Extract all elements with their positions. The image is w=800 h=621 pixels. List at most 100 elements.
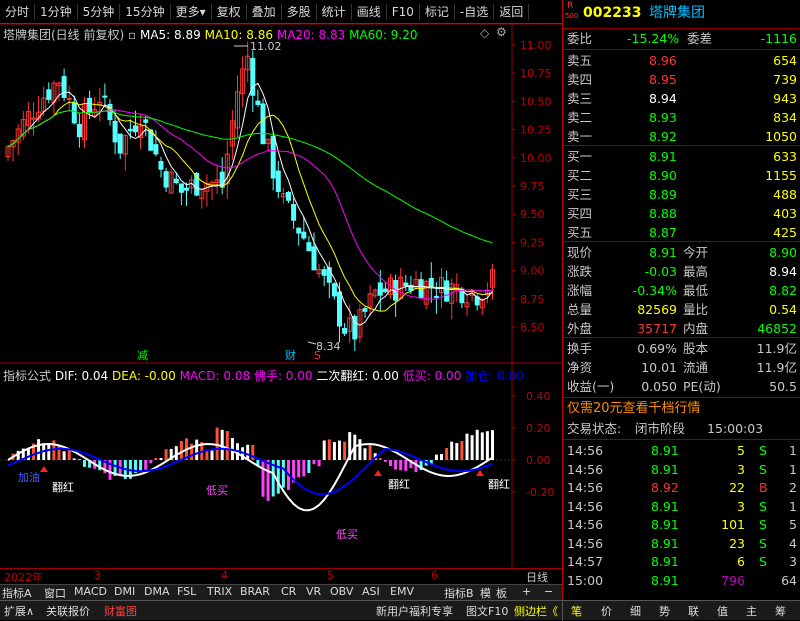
expand-button[interactable]: 扩展∧: [4, 603, 34, 619]
tab-5min[interactable]: 5分钟: [78, 3, 121, 20]
tab-window[interactable]: 窗口: [44, 585, 66, 601]
promo-text[interactable]: 仅需20元查看千档行情: [567, 400, 701, 418]
bid-row[interactable]: 买二 8.90 1155: [563, 167, 800, 185]
ask-row[interactable]: 卖二 8.93 834: [563, 109, 800, 127]
chart-area[interactable]: 11.00 10.75 10.50 10.25 10.00 9.75 9.50 9.25 9.0…: [0, 24, 562, 600]
expand-icon[interactable]: ▫: [128, 28, 136, 42]
f10-link[interactable]: 图文F10: [466, 603, 508, 619]
diamond-icon[interactable]: ◇: [480, 26, 489, 40]
macd-tick-label: -0.20: [526, 486, 554, 499]
tick-side: S: [759, 498, 767, 514]
tab-xi[interactable]: 细: [630, 603, 641, 619]
ask-row[interactable]: 卖三 8.94 943: [563, 90, 800, 108]
tab-1min[interactable]: 1分钟: [35, 3, 78, 20]
new-user-promo[interactable]: 新用户福利专享: [376, 603, 453, 619]
note-fanhong-3: 翻红: [488, 477, 510, 491]
ask-row[interactable]: 卖四 8.95 739: [563, 71, 800, 89]
fund-value: 11.9亿: [756, 360, 797, 375]
tab-zhu[interactable]: 主: [746, 603, 757, 619]
tab-fsl[interactable]: FSL: [177, 585, 196, 598]
tab-chou[interactable]: 筹: [775, 603, 786, 619]
weibi-value: -15.24%: [627, 31, 680, 46]
wealth-chart-tab[interactable]: 财富图: [104, 603, 137, 619]
promo-row[interactable]: 仅需20元查看千档行情: [563, 400, 800, 418]
kline-chart[interactable]: 11.00 10.75 10.50 10.25 10.00 9.75 9.50 9.25 9.0…: [0, 24, 562, 600]
ask-row[interactable]: 卖一 8.92 1050: [563, 128, 800, 146]
bid-row[interactable]: 买三 8.89 488: [563, 186, 800, 204]
note-fanhong: 翻红: [52, 480, 74, 494]
btn-fuquan[interactable]: 复权: [212, 3, 247, 20]
period-label[interactable]: 日线: [526, 569, 548, 585]
bid-row[interactable]: 买五 8.87 425: [563, 224, 800, 242]
stat-value: -0.34%: [632, 283, 677, 298]
quote-panel: R 500 002233 塔牌集团 委比 -15.24% 委差 -1116 卖五…: [562, 0, 800, 600]
tab-bi[interactable]: 笔: [571, 603, 582, 619]
ask-label: 卖四: [567, 72, 593, 87]
tab-brar[interactable]: BRAR: [240, 585, 270, 598]
candle-body: [76, 123, 82, 138]
note-fanhong-2: 翻红: [388, 477, 410, 491]
price-tick-label: 10.50: [520, 95, 552, 108]
tab-shi[interactable]: 势: [659, 603, 670, 619]
tab-mo[interactable]: 模: [480, 585, 491, 601]
btn-fanhui[interactable]: 返回: [494, 3, 530, 20]
tab-fenshi[interactable]: 分时: [0, 3, 36, 20]
tab-macd[interactable]: MACD: [74, 585, 107, 598]
btn-duogu[interactable]: 多股: [282, 3, 317, 20]
macd-tick-label: 0.20: [526, 422, 551, 435]
tab-jia[interactable]: 价: [601, 603, 612, 619]
sidebar-toggle[interactable]: 侧边栏《: [514, 603, 558, 619]
tab-more[interactable]: 更多▾: [171, 3, 212, 20]
tab-cr[interactable]: CR: [281, 585, 296, 598]
tab-zhibiao-b[interactable]: 指标B: [444, 585, 474, 601]
candle-body: [306, 242, 312, 252]
tab-trix[interactable]: TRIX: [207, 585, 232, 598]
ask-volume: 834: [773, 110, 797, 125]
tab-dmi[interactable]: DMI: [114, 585, 135, 598]
ask-row[interactable]: 卖五 8.96 654: [563, 52, 800, 70]
bid-volume: 488: [773, 187, 797, 202]
btn-zixuan[interactable]: -自选: [455, 3, 495, 20]
btn-tongji[interactable]: 统计: [317, 3, 352, 20]
btn-f10[interactable]: F10: [387, 3, 420, 20]
tab-obv[interactable]: OBV: [330, 585, 353, 598]
tick-count: 2: [789, 480, 797, 495]
zoom-in-button[interactable]: +: [522, 585, 531, 598]
low-pointer: [307, 341, 317, 345]
related-quote-tab[interactable]: 关联报价: [46, 603, 90, 619]
weicha-value: -1116: [760, 31, 797, 46]
tab-vr[interactable]: VR: [306, 585, 321, 598]
stat-label: 内盘: [683, 321, 709, 336]
candle-body: [331, 283, 337, 297]
dif-line: [7, 442, 494, 512]
fund-label: 收益(一): [567, 379, 615, 394]
tab-zhi[interactable]: 值: [717, 603, 728, 619]
tab-lian[interactable]: 联: [688, 603, 699, 619]
zoom-out-button[interactable]: −: [544, 585, 553, 598]
tab-15min[interactable]: 15分钟: [120, 3, 171, 20]
note-dimai-2: 低买: [336, 528, 358, 541]
ask-price: 8.92: [649, 129, 677, 144]
jiacang-label: 加仓: 0.00: [465, 369, 524, 383]
stat-label: 涨幅: [567, 283, 593, 298]
event-marker-jian: 减: [137, 349, 148, 362]
fund-value: 0.69%: [637, 341, 677, 356]
btn-diejia[interactable]: 叠加: [247, 3, 282, 20]
btn-huaxian[interactable]: 画线: [352, 3, 387, 20]
tab-dma[interactable]: DMA: [144, 585, 170, 598]
tab-asi[interactable]: ASI: [362, 585, 380, 598]
tab-zhibiao-a[interactable]: 指标A: [2, 585, 32, 601]
candle-body: [382, 288, 388, 293]
tick-volume: 5: [737, 443, 745, 458]
tab-emv[interactable]: EMV: [390, 585, 414, 598]
bid-volume: 425: [773, 225, 797, 240]
bid-price: 8.90: [649, 168, 677, 183]
tick-count: 1: [789, 461, 797, 477]
bid-row[interactable]: 买一 8.91 633: [563, 148, 800, 166]
bid-row[interactable]: 买四 8.88 403: [563, 205, 800, 223]
tab-ban[interactable]: 板: [496, 585, 507, 601]
tick-time: 14:57: [567, 554, 604, 569]
settings-gear-icon[interactable]: ⚙: [496, 25, 507, 39]
btn-biaoji[interactable]: 标记: [420, 3, 455, 20]
status-label: 交易状态:: [567, 421, 622, 436]
